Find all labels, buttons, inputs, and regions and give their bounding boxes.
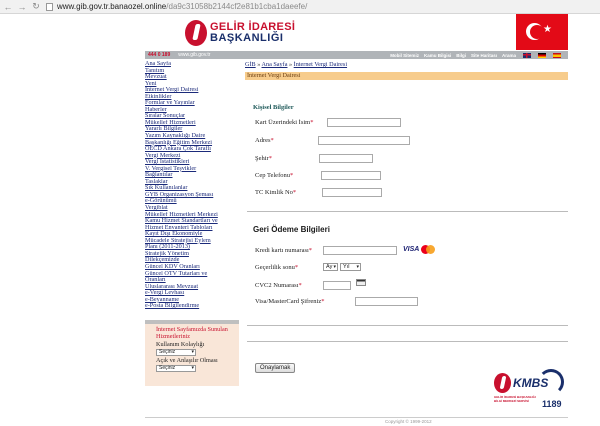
address-input[interactable] — [318, 136, 410, 145]
page-container: GELİR İDARESİ BAŞKANLIĞI ★ 444 0 189 www… — [145, 14, 568, 426]
city-input[interactable] — [319, 154, 373, 163]
page-icon — [46, 2, 53, 11]
spanish-flag-icon[interactable] — [553, 52, 561, 58]
top-link-public-info[interactable]: Kamu Bilgisi — [424, 53, 451, 58]
kmbs-logo-icon — [494, 373, 511, 393]
turkish-flag-icon: ★ — [516, 14, 568, 50]
breadcrumb: GİB » Ana Sayfa » İnternet Vergi Dairesi — [245, 61, 348, 68]
page-title: İnternet Vergi Dairesi — [245, 72, 568, 80]
address-row: Adres * — [255, 136, 410, 145]
personal-info-title: Kişisel Bilgiler — [253, 104, 294, 111]
survey-box: İnternet Sayfamızda Sunulan Hizmetlerini… — [145, 320, 239, 386]
breadcrumb-ivd[interactable]: İnternet Vergi Dairesi — [294, 61, 347, 68]
cvc-row: CVC2 Numarası * — [255, 279, 366, 290]
browser-toolbar: ← → ↻ www.gib.gov.tr.banaozel.online/da9… — [0, 0, 600, 14]
address-label: Adres — [255, 137, 271, 144]
top-link-mobile[interactable]: Mobil Sitemiz — [390, 53, 419, 58]
visa-icon: VISA — [403, 246, 420, 253]
back-icon[interactable]: ← — [2, 1, 14, 13]
top-link-search[interactable]: Arama — [502, 53, 516, 58]
card-name-row: Kart Üzerindeki İsim * — [255, 118, 401, 127]
kmbs-logo[interactable]: KMBS GELİR İDARESİ BAŞKANLIĞI BİLGİ MERK… — [494, 369, 566, 419]
site-url: www.gib.gov.tr — [178, 52, 211, 58]
survey-select-1[interactable]: Seçiniz — [156, 349, 196, 356]
forward-icon[interactable]: → — [16, 1, 28, 13]
breadcrumb-home[interactable]: Ana Sayfa — [262, 61, 288, 68]
kmbs-arc-icon — [538, 369, 564, 395]
phone-label: Cep Telefonu — [255, 172, 290, 179]
divider-2 — [247, 325, 568, 326]
gib-logo-icon — [185, 20, 207, 46]
card-number-input[interactable] — [323, 246, 397, 255]
cvc-card-icon — [356, 279, 366, 286]
password-input[interactable] — [355, 297, 418, 306]
url-path: /da9c31058b2144cf2e81b1cba1daeefe/ — [166, 2, 308, 11]
kmbs-subtitle: GELİR İDARESİ BAŞKANLIĞI BİLGİ MERKEZİ S… — [494, 395, 536, 403]
card-number-label: Kredi kartı numarası — [255, 247, 309, 254]
approve-button[interactable]: Onaylamak — [255, 363, 296, 373]
password-row: Visa/MasterCard Şifreniz * — [255, 297, 418, 306]
expiry-month-select[interactable]: Ay — [323, 263, 338, 271]
english-flag-icon[interactable] — [523, 52, 531, 58]
footer-divider — [145, 417, 568, 418]
sidebar-link[interactable]: e-Posta Bilgilendirme — [145, 303, 239, 310]
cvc-label: CVC2 Numarası — [255, 282, 299, 289]
hotline-number: 444 0 189 — [148, 52, 171, 58]
survey-question-1: Kullanım Kolaylığı — [156, 341, 205, 348]
tc-id-row: TC Kimlik No * — [255, 188, 382, 197]
header-strip: 444 0 189 www.gib.gov.tr Mobil Sitemiz K… — [145, 51, 568, 59]
divider-3 — [247, 341, 568, 342]
expiry-year-select[interactable]: Yıl — [340, 263, 361, 271]
survey-select-2[interactable]: Seçiniz — [156, 365, 196, 372]
divider — [247, 211, 568, 212]
expiry-label: Geçerlilik sonu — [255, 264, 295, 271]
reload-icon[interactable]: ↻ — [30, 1, 42, 13]
card-name-label: Kart Üzerindeki İsim — [255, 119, 311, 126]
phone-row: Cep Telefonu * — [255, 171, 381, 180]
gib-logo[interactable]: GELİR İDARESİ BAŞKANLIĞI — [185, 20, 295, 46]
refund-info-title: Geri Ödeme Bilgileri — [253, 225, 330, 234]
top-link-sitemap[interactable]: Site Haritası — [471, 53, 497, 58]
survey-title: İnternet Sayfamızda Sunulan Hizmetlerini… — [156, 326, 228, 340]
phone-input[interactable] — [321, 171, 381, 180]
url-host: www.gib.gov.tr.banaozel.online — [57, 2, 167, 11]
city-label: Şehir — [255, 155, 269, 162]
logo-line2: BAŞKANLIĞI — [210, 32, 284, 44]
tc-id-input[interactable] — [322, 188, 382, 197]
top-link-info[interactable]: Bilgi — [456, 53, 466, 58]
address-bar[interactable]: www.gib.gov.tr.banaozel.online/da9c31058… — [46, 1, 307, 12]
expiry-row: Geçerlilik sonu* Ay Yıl — [255, 263, 361, 271]
city-row: Şehir * — [255, 154, 373, 163]
sidebar-nav: Ana Sayfa Tanıtım Mevzuat Yeni İnternet Verg… — [145, 61, 239, 310]
cvc-input[interactable] — [323, 281, 351, 290]
password-label: Visa/MasterCard Şifreniz — [255, 298, 322, 305]
top-links: Mobil Sitemiz Kamu Bilgisi Bilgi Site Ha… — [390, 52, 568, 58]
copyright: Copyright © 1999-2012 — [385, 419, 432, 424]
mastercard-icon — [421, 245, 436, 254]
card-name-input[interactable] — [327, 118, 401, 127]
card-number-row: Kredi kartı numarası * VISA — [255, 245, 436, 255]
kmbs-number: 1189 — [542, 399, 562, 409]
survey-question-2: Açık ve Anlaşılır Olması — [156, 357, 218, 364]
site-header: GELİR İDARESİ BAŞKANLIĞI ★ 444 0 189 www… — [145, 14, 568, 59]
tc-id-label: TC Kimlik No — [255, 189, 293, 196]
breadcrumb-gib[interactable]: GİB — [245, 61, 256, 68]
german-flag-icon[interactable] — [538, 52, 546, 58]
